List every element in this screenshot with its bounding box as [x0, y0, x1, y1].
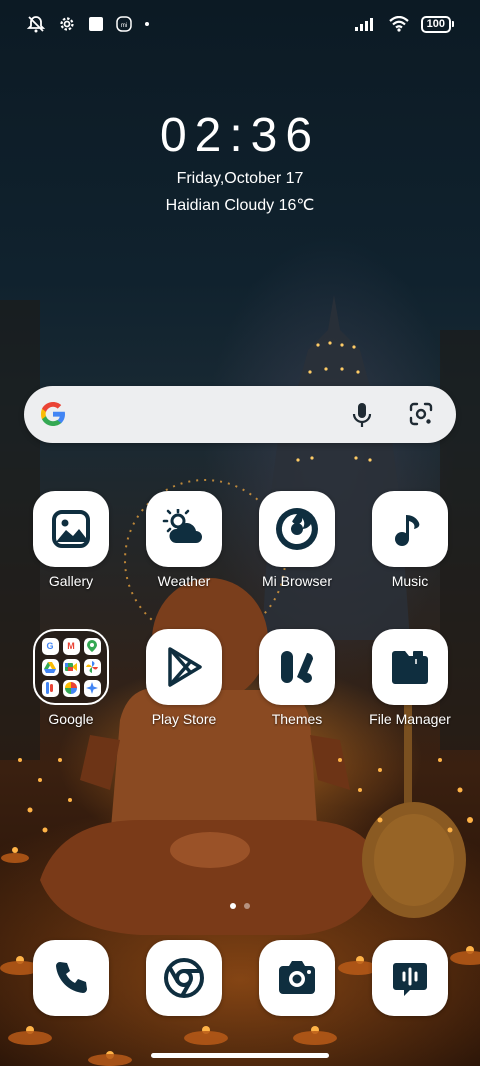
google-folder-icon[interactable]: G M — [33, 629, 109, 705]
app-google-folder[interactable]: G M Google — [15, 629, 127, 727]
drive-icon — [41, 658, 59, 676]
google-icon[interactable] — [38, 399, 68, 434]
meet-icon — [62, 658, 80, 676]
battery-tip — [452, 21, 454, 27]
weather-icon[interactable] — [146, 491, 222, 567]
gallery-icon[interactable] — [33, 491, 109, 567]
folder-preview-grid: G M — [41, 637, 101, 697]
app-mi-browser[interactable]: Mi Browser — [241, 491, 353, 589]
app-play-store[interactable]: Play Store — [128, 629, 240, 727]
messages-icon[interactable] — [372, 940, 448, 1016]
dock-chrome[interactable] — [128, 940, 240, 1016]
app-label: Gallery — [48, 573, 94, 589]
bell-muted-icon — [26, 14, 46, 34]
mi-icon: mi — [116, 16, 132, 32]
browser-icon[interactable] — [259, 491, 335, 567]
app-label: Mi Browser — [261, 573, 332, 589]
mic-icon[interactable] — [349, 401, 375, 434]
app-label: Themes — [271, 711, 323, 727]
app-label: File Manager — [369, 711, 451, 727]
app-themes[interactable]: Themes — [241, 629, 353, 727]
lens-icon[interactable] — [408, 401, 434, 432]
weather-summary[interactable]: Haidian Cloudy 16℃ — [0, 195, 480, 215]
svg-text:mi: mi — [121, 23, 127, 29]
gear-icon — [58, 15, 76, 33]
music-icon[interactable] — [372, 491, 448, 567]
assistant-icon — [83, 679, 101, 697]
page-dot-2[interactable] — [244, 903, 250, 909]
gmail-icon: M — [62, 637, 80, 655]
play-store-icon[interactable] — [146, 629, 222, 705]
google-search-bar[interactable] — [24, 386, 456, 443]
dot-icon — [144, 21, 150, 27]
dock-messages[interactable] — [354, 940, 466, 1016]
app-file-manager[interactable]: File Manager — [354, 629, 466, 727]
dock-phone[interactable] — [15, 940, 127, 1016]
photos-icon — [62, 679, 80, 697]
themes-icon[interactable] — [259, 629, 335, 705]
signal-icon — [354, 17, 377, 31]
maps-icon — [83, 637, 101, 655]
app-label: Weather — [157, 573, 211, 589]
app-music[interactable]: Music — [354, 491, 466, 589]
google-g-icon: G — [41, 637, 59, 655]
app-label: Play Store — [151, 711, 217, 727]
phone-icon[interactable] — [33, 940, 109, 1016]
clock-time[interactable]: 02:36 — [0, 108, 480, 163]
home-gesture-bar[interactable] — [151, 1053, 329, 1058]
pinwheel-icon — [83, 658, 101, 676]
square-icon — [88, 16, 104, 32]
page-dot-1[interactable] — [230, 903, 236, 909]
battery-indicator: 100 — [420, 15, 454, 33]
chrome-icon[interactable] — [146, 940, 222, 1016]
battery-level: 100 — [420, 15, 451, 33]
pay-icon — [41, 679, 59, 697]
app-label: Google — [48, 711, 94, 727]
clock-date[interactable]: Friday,October 17 — [0, 170, 480, 188]
folder-icon[interactable] — [372, 629, 448, 705]
dock-camera[interactable] — [241, 940, 353, 1016]
app-label: Music — [391, 573, 429, 589]
page-indicator[interactable] — [0, 903, 480, 909]
app-weather[interactable]: Weather — [128, 491, 240, 589]
camera-icon[interactable] — [259, 940, 335, 1016]
wifi-icon — [388, 16, 409, 32]
status-bar: mi 100 — [26, 12, 454, 36]
app-gallery[interactable]: Gallery — [15, 491, 127, 589]
